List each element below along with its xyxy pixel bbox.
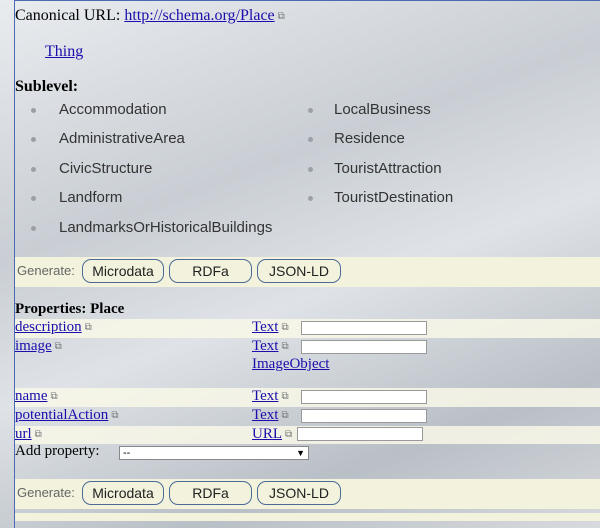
bullet bbox=[31, 108, 36, 113]
external-link-icon: ⧉ bbox=[281, 322, 289, 334]
sublevel-item-residence[interactable]: Residence bbox=[334, 130, 405, 147]
property-row-url: url ⧉ URL ⧉ bbox=[15, 426, 600, 444]
canonical-url-line: Canonical URL: http://schema.org/Place ⧉ bbox=[15, 7, 285, 25]
bullet bbox=[31, 167, 36, 172]
property-row-description: description ⧉ Text ⧉ bbox=[15, 319, 600, 338]
external-link-icon: ⧉ bbox=[281, 391, 289, 403]
property-row-potentialaction: potentialAction ⧉ Text ⧉ bbox=[15, 407, 600, 426]
external-link-icon: ⧉ bbox=[54, 341, 62, 353]
json-ld-button[interactable]: JSON-LD bbox=[257, 259, 341, 283]
external-link-icon: ⧉ bbox=[285, 429, 293, 441]
json-ld-button[interactable]: JSON-LD bbox=[257, 481, 341, 505]
sublevel-item-touristattraction[interactable]: TouristAttraction bbox=[334, 160, 442, 177]
parent-type-link[interactable]: Thing bbox=[45, 43, 83, 61]
bullet bbox=[308, 196, 313, 201]
external-link-icon: ⧉ bbox=[50, 391, 58, 403]
sublevel-item-localbusiness[interactable]: LocalBusiness bbox=[334, 101, 431, 118]
external-link-icon: ⧉ bbox=[281, 410, 289, 422]
type-link-text[interactable]: Text ⧉ bbox=[252, 319, 289, 336]
rdfa-button[interactable]: RDFa bbox=[169, 259, 252, 283]
property-row-image: image ⧉ Text ⧉ ImageObject bbox=[15, 338, 600, 388]
properties-heading: Properties: Place bbox=[15, 301, 125, 317]
property-link-potentialaction[interactable]: potentialAction ⧉ bbox=[15, 407, 118, 424]
rdfa-button[interactable]: RDFa bbox=[169, 481, 252, 505]
microdata-button[interactable]: Microdata bbox=[82, 481, 164, 505]
bottom-strip bbox=[15, 513, 600, 521]
frame-top-border bbox=[14, 0, 600, 1]
external-link-icon: ⧉ bbox=[277, 10, 285, 22]
sublevel-item-administrativearea[interactable]: AdministrativeArea bbox=[59, 130, 185, 147]
external-link-icon: ⧉ bbox=[34, 429, 42, 441]
type-link-imageobject[interactable]: ImageObject bbox=[252, 356, 329, 373]
external-link-icon: ⧉ bbox=[84, 322, 92, 334]
external-link-icon: ⧉ bbox=[281, 341, 289, 353]
type-link-text[interactable]: Text ⧉ bbox=[252, 388, 289, 405]
property-link-url[interactable]: url ⧉ bbox=[15, 426, 42, 443]
sublevel-item-touristdestination[interactable]: TouristDestination bbox=[334, 189, 453, 206]
chevron-down-icon: ▼ bbox=[296, 448, 305, 458]
sublevel-item-accommodation[interactable]: Accommodation bbox=[59, 101, 167, 118]
generate-label: Generate: bbox=[17, 263, 75, 278]
property-link-name[interactable]: name ⧉ bbox=[15, 388, 58, 405]
description-input[interactable] bbox=[301, 321, 427, 335]
generate-bar-bottom: Generate: Microdata RDFa JSON-LD bbox=[15, 479, 600, 509]
canonical-url-link[interactable]: http://schema.org/Place bbox=[124, 7, 274, 24]
generate-bar-top: Generate: Microdata RDFa JSON-LD bbox=[15, 257, 600, 287]
sublevel-heading: Sublevel: bbox=[15, 78, 79, 95]
add-property-label: Add property: bbox=[15, 443, 100, 459]
bullet bbox=[31, 226, 36, 231]
url-input[interactable] bbox=[297, 427, 423, 441]
bullet bbox=[308, 167, 313, 172]
external-link-icon: ⧉ bbox=[111, 410, 119, 422]
property-row-name: name ⧉ Text ⧉ bbox=[15, 388, 600, 407]
bullet bbox=[308, 137, 313, 142]
add-property-select[interactable]: -- ▼ bbox=[119, 446, 309, 460]
type-link-text[interactable]: Text ⧉ bbox=[252, 407, 289, 424]
bullet bbox=[31, 196, 36, 201]
potentialaction-input[interactable] bbox=[301, 409, 427, 423]
bullet bbox=[308, 108, 313, 113]
canonical-label: Canonical URL: bbox=[15, 7, 121, 24]
sublevel-item-landmarks[interactable]: LandmarksOrHistoricalBuildings bbox=[59, 219, 272, 236]
property-link-description[interactable]: description ⧉ bbox=[15, 319, 92, 336]
sublevel-item-civicstructure[interactable]: CivicStructure bbox=[59, 160, 152, 177]
image-input[interactable] bbox=[301, 340, 427, 354]
property-link-image[interactable]: image ⧉ bbox=[15, 338, 62, 355]
add-property-selected: -- bbox=[123, 447, 131, 459]
type-link-text[interactable]: Text ⧉ bbox=[252, 338, 289, 355]
microdata-button[interactable]: Microdata bbox=[82, 259, 164, 283]
name-input[interactable] bbox=[301, 390, 427, 404]
type-link-url[interactable]: URL ⧉ bbox=[252, 426, 292, 443]
generate-label: Generate: bbox=[17, 485, 75, 500]
sublevel-item-landform[interactable]: Landform bbox=[59, 189, 122, 206]
bullet bbox=[31, 137, 36, 142]
